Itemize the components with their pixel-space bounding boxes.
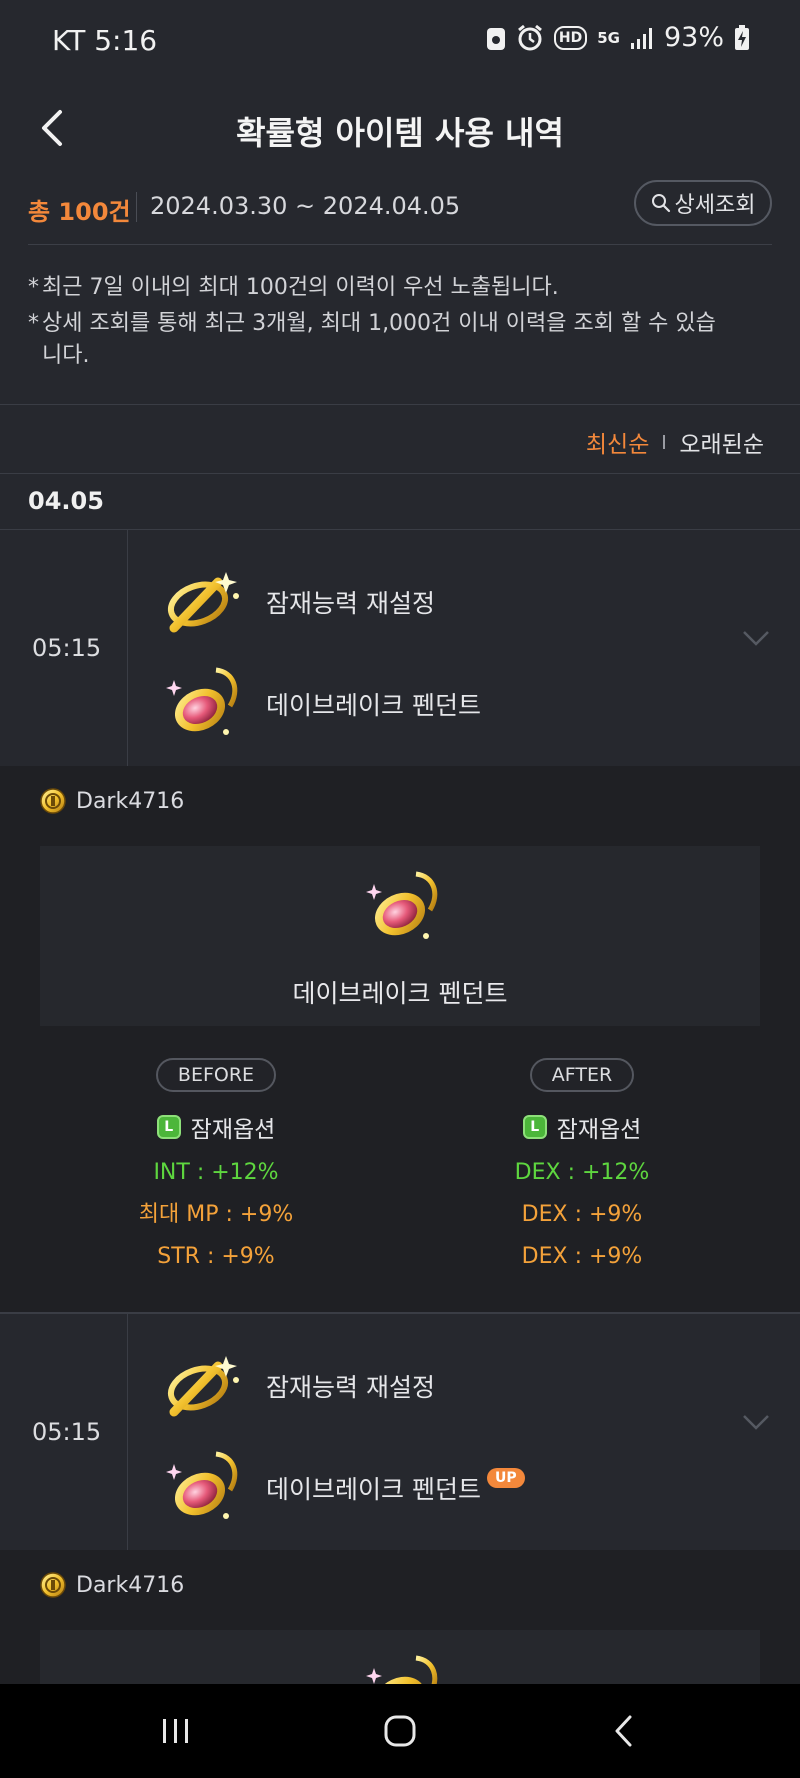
user-row: Dark4716 [40, 788, 184, 814]
sort-bar: 최신순 오래된순 [0, 404, 800, 474]
notice-bullet: * [28, 311, 39, 336]
sort-newest[interactable]: 최신순 [586, 425, 649, 459]
option-type: 잠재옵션 [556, 1117, 642, 1143]
battery-charging-icon [735, 24, 749, 50]
item-card: 데이브레이크 펜던트 [40, 846, 760, 1026]
date-range: 2024.03.30 ~ 2024.04.05 [150, 192, 461, 220]
option-line: DEX : +9% [521, 1202, 643, 1227]
after-label: AFTER [529, 1058, 635, 1092]
cube-name: 잠재능력 재설정 [266, 1373, 435, 1402]
detail-search-label: 상세조회 [674, 193, 756, 218]
pendant-icon [366, 1655, 438, 1684]
divider [127, 1314, 128, 1550]
total-count: 총 100건 [28, 198, 131, 226]
character-name: Dark4716 [76, 1572, 185, 1598]
summary-bar: 총 100건 2024.03.30 ~ 2024.04.05 상세조회 [28, 178, 772, 245]
detail-search-button[interactable]: 상세조회 [634, 180, 772, 226]
divider [127, 530, 128, 766]
pendant-icon [166, 1451, 238, 1519]
page-title: 확률형 아이템 사용 내역 [236, 114, 564, 152]
home-icon [384, 1715, 416, 1747]
record-detail: Dark4716 [0, 1550, 800, 1684]
app-header: 확률형 아이템 사용 내역 [0, 80, 800, 190]
after-column: AFTER L 잠재옵션 DEX : +12% DEX : +9% DEX : … [432, 1058, 732, 1278]
home-button[interactable] [340, 1684, 460, 1778]
card-item-name: 데이브레이크 펜던트 [292, 979, 508, 1008]
record-time: 05:15 [32, 634, 102, 662]
chevron-down-icon[interactable] [742, 1414, 770, 1430]
legendary-grade-icon: L [156, 1115, 181, 1139]
pendant-icon [366, 871, 438, 939]
notice-item: * 최근 7일 이내의 최대 100건의 이력이 우선 노출됩니다. [28, 272, 772, 304]
before-label: BEFORE [155, 1058, 277, 1092]
date-group-header: 04.05 [0, 473, 800, 530]
recent-apps-button[interactable] [116, 1684, 236, 1778]
grade-up-badge: UP [486, 1468, 525, 1488]
history-record[interactable]: 05:15 잠재능력 재설정 데이브레이크 펜던트 UP [0, 1314, 800, 1550]
item-name: 데이브레이크 펜던트 [266, 691, 481, 720]
option-line: STR : +9% [157, 1244, 275, 1269]
system-nav-bar [0, 1684, 800, 1778]
option-type: 잠재옵션 [190, 1117, 276, 1143]
sort-divider [663, 435, 666, 449]
divider [136, 192, 137, 222]
character-name: Dark4716 [76, 788, 185, 814]
cube-icon [167, 572, 239, 633]
lock-notification-icon [486, 27, 505, 50]
notice-item: * 상세 조회를 통해 최근 3개월, 최대 1,000건 이내 이력을 조회 할… [28, 308, 772, 372]
option-line: INT : +12% [153, 1160, 279, 1185]
option-line: DEX : +12% [514, 1160, 650, 1185]
date-group-label: 04.05 [28, 487, 104, 515]
option-line: 최대 MP : +9% [138, 1202, 294, 1227]
recent-apps-icon [163, 1719, 188, 1743]
item-name: 데이브레이크 펜던트 [266, 1475, 481, 1504]
status-bar: KT 5:16 HD 5G 93% [0, 0, 800, 80]
record-detail: Dark4716 데이브레이크 펜던트 BEFORE L 잠재옵션 INT : … [0, 766, 800, 1312]
chevron-down-icon[interactable] [742, 630, 770, 646]
alarm-icon [517, 24, 542, 50]
network-5g-icon: 5G [597, 28, 620, 47]
pendant-icon [166, 667, 238, 735]
carrier: KT [52, 24, 86, 57]
battery-percent: 93% [663, 22, 724, 53]
item-card [40, 1630, 760, 1684]
option-line: DEX : +9% [521, 1244, 643, 1269]
search-icon [651, 194, 670, 213]
coin-icon [40, 1572, 66, 1598]
record-time: 05:15 [32, 1418, 102, 1446]
coin-icon [40, 788, 66, 814]
legendary-grade-icon: L [522, 1115, 547, 1139]
history-record[interactable]: 05:15 잠재능력 재설정 데이브레이크 펜던트 [0, 530, 800, 766]
sort-oldest[interactable]: 오래된순 [679, 425, 764, 459]
hd-icon: HD [553, 25, 588, 50]
back-nav-button[interactable] [564, 1684, 684, 1778]
notice-bullet: * [28, 275, 39, 300]
clock: 5:16 [94, 24, 158, 57]
before-column: BEFORE L 잠재옵션 INT : +12% 최대 MP : +9% STR… [66, 1058, 366, 1278]
back-nav-icon [615, 1715, 632, 1747]
cube-name: 잠재능력 재설정 [266, 589, 435, 618]
cube-icon [167, 1356, 239, 1417]
signal-icon [630, 27, 652, 49]
notice-list: * 최근 7일 이내의 최대 100건의 이력이 우선 노출됩니다. * 상세 조회… [28, 272, 772, 372]
user-row: Dark4716 [40, 1572, 184, 1598]
